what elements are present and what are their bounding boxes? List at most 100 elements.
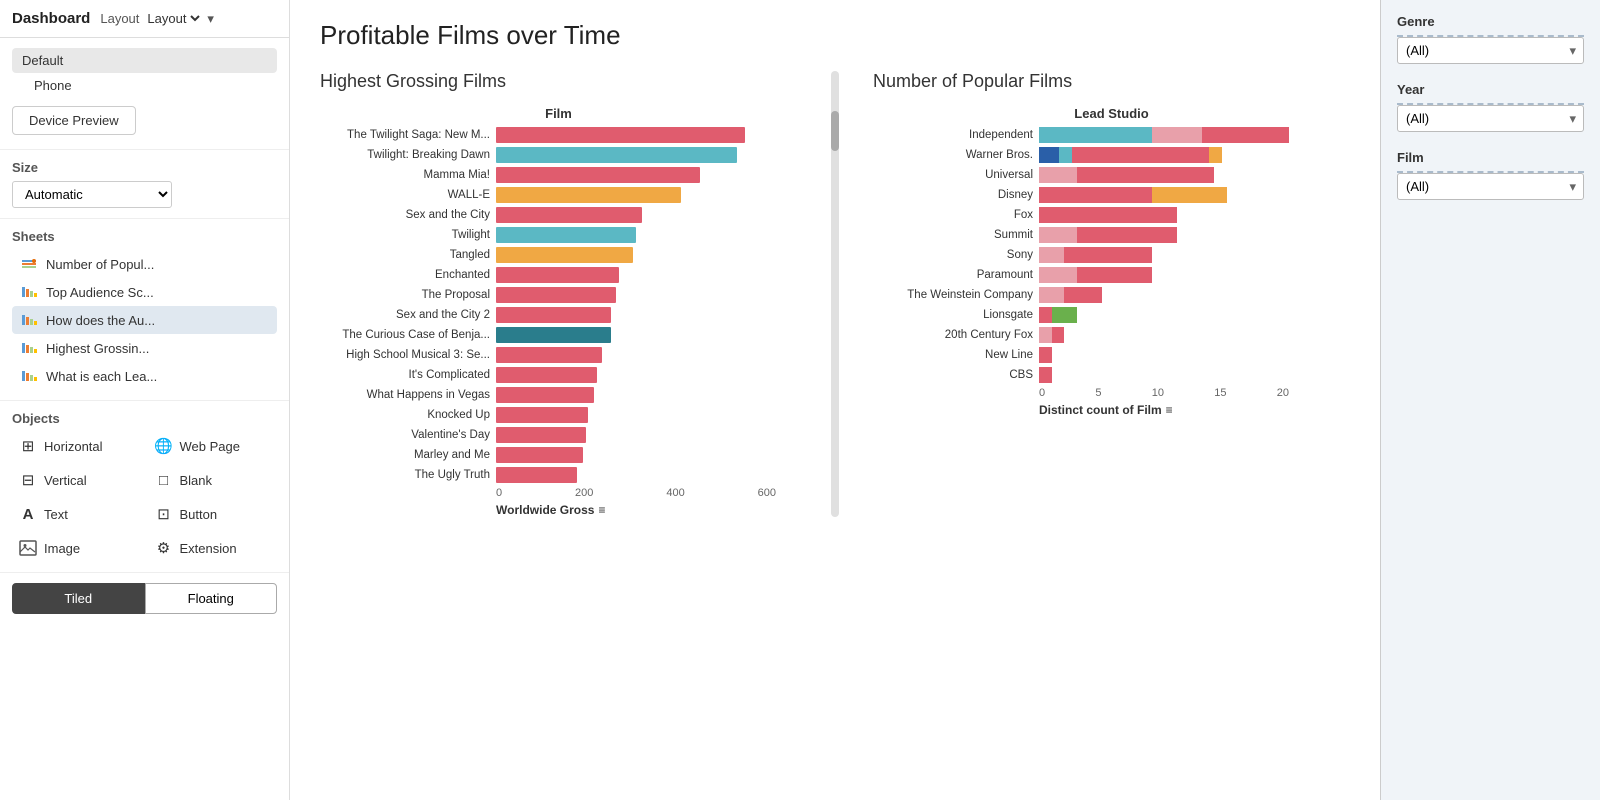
- chart1-film-label-4: Sex and the City: [320, 209, 490, 221]
- tiled-button[interactable]: Tiled: [12, 583, 145, 614]
- chart2-segment-2-0: [1039, 167, 1077, 183]
- chart1-film-label-17: The Ugly Truth: [320, 469, 490, 481]
- chart2-segment-6-1: [1064, 247, 1152, 263]
- chart1-bar-track-7: [496, 267, 776, 283]
- chart1-row-17: The Ugly Truth: [320, 467, 797, 483]
- obj-webpage[interactable]: 🌐 Web Page: [148, 432, 278, 460]
- film-select[interactable]: (All): [1397, 173, 1584, 200]
- sheet-item-2[interactable]: How does the Au...: [12, 306, 277, 334]
- chart1-bar-track-16: [496, 447, 776, 463]
- sheet-label-4: What is each Lea...: [46, 369, 157, 384]
- chart1-film-label-8: The Proposal: [320, 289, 490, 301]
- size-section: Size Automatic: [0, 150, 289, 219]
- sheet-item-0[interactable]: Number of Popul...: [12, 250, 277, 278]
- chart2-segment-9-0: [1039, 307, 1052, 323]
- layout-select[interactable]: Layout Layout ▾: [100, 10, 214, 27]
- chart1-film-label-15: Valentine's Day: [320, 429, 490, 441]
- obj-text[interactable]: A Text: [12, 500, 142, 528]
- sheets-heading: Sheets: [12, 229, 277, 244]
- chart2-column-header: Lead Studio: [873, 106, 1350, 121]
- bar-chart-2: Lead Studio Independent Warner Bros. Unive…: [873, 106, 1350, 417]
- chart2-segment-1-3: [1209, 147, 1222, 163]
- chart1-bar-track-1: [496, 147, 776, 163]
- layout-dropdown[interactable]: Layout: [143, 10, 203, 27]
- chart2-segment-1-0: [1039, 147, 1059, 163]
- chart2-row-0: Independent: [873, 127, 1350, 143]
- chart1-row-12: It's Complicated: [320, 367, 797, 383]
- obj-vertical[interactable]: ⊟ Vertical: [12, 466, 142, 494]
- chart2-xtick: 10: [1152, 387, 1164, 399]
- floating-button[interactable]: Floating: [145, 583, 278, 614]
- obj-button[interactable]: ⊡ Button: [148, 500, 278, 528]
- chart1-row-4: Sex and the City: [320, 207, 797, 223]
- chart2-bar-track-9: [1039, 307, 1289, 323]
- filter-icon-1: ≡: [598, 503, 605, 517]
- bar-chart-1: Film The Twilight Saga: New M...Twilight…: [320, 106, 797, 517]
- obj-blank[interactable]: □ Blank: [148, 466, 278, 494]
- obj-extension[interactable]: ⚙ Extension: [148, 534, 278, 562]
- chart1-bar-fill-14: [496, 407, 588, 423]
- obj-horizontal[interactable]: ⊞ Horizontal: [12, 432, 142, 460]
- sheet-item-3[interactable]: Highest Grossin...: [12, 334, 277, 362]
- charts-row: Highest Grossing Films Film The Twilight…: [320, 71, 1350, 517]
- chart1-bar-fill-12: [496, 367, 597, 383]
- chart1-row-15: Valentine's Day: [320, 427, 797, 443]
- chart2-segment-3-1: [1152, 187, 1227, 203]
- size-heading: Size: [12, 160, 38, 175]
- webpage-icon: 🌐: [154, 436, 174, 456]
- chart2-segment-10-0: [1039, 327, 1052, 343]
- chart2-row-1: Warner Bros.: [873, 147, 1350, 163]
- genre-select[interactable]: (All): [1397, 37, 1584, 64]
- chart2-studio-label-2: Universal: [873, 169, 1033, 181]
- obj-text-label: Text: [44, 507, 68, 522]
- chart2-bar-track-3: [1039, 187, 1289, 203]
- chart1-column-header: Film: [320, 106, 797, 121]
- chart2-segment-0-2: [1202, 127, 1290, 143]
- size-select[interactable]: Automatic: [12, 181, 172, 208]
- chart1-film-label-5: Twilight: [320, 229, 490, 241]
- chart1-bar-fill-8: [496, 287, 616, 303]
- chart1-film-label-11: High School Musical 3: Se...: [320, 349, 490, 361]
- chart1-xtick: 0: [496, 487, 502, 499]
- chart1-bar-track-9: [496, 307, 776, 323]
- year-select[interactable]: (All): [1397, 105, 1584, 132]
- sidebar-header: Dashboard Layout Layout ▾: [0, 0, 289, 38]
- chart1-bar-fill-7: [496, 267, 619, 283]
- chart2-segment-12-0: [1039, 367, 1052, 383]
- obj-image[interactable]: Image: [12, 534, 142, 562]
- chart2-studio-label-0: Independent: [873, 129, 1033, 141]
- layout-default[interactable]: Default: [12, 48, 277, 73]
- scroll-bar[interactable]: [831, 71, 839, 517]
- sidebar: Dashboard Layout Layout ▾ Default Phone …: [0, 0, 290, 800]
- layouts-section: Default Phone Device Preview: [0, 38, 289, 150]
- layout-label: Layout: [100, 11, 139, 26]
- chart2-studio-label-1: Warner Bros.: [873, 149, 1033, 161]
- chart2-bar-track-8: [1039, 287, 1289, 303]
- chart2-xtick: 5: [1095, 387, 1101, 399]
- sheet-icon-4: [20, 367, 38, 385]
- sheet-item-1[interactable]: Top Audience Sc...: [12, 278, 277, 306]
- chart2-studio-label-6: Sony: [873, 249, 1033, 261]
- chart1-row-14: Knocked Up: [320, 407, 797, 423]
- chart2-row-2: Universal: [873, 167, 1350, 183]
- sheet-icon-2: [20, 311, 38, 329]
- chart1-bar-fill-0: [496, 127, 745, 143]
- chart1-bars: The Twilight Saga: New M...Twilight: Bre…: [320, 127, 797, 483]
- sheet-item-4[interactable]: What is each Lea...: [12, 362, 277, 390]
- main-content: Profitable Films over Time Highest Gross…: [290, 0, 1380, 800]
- sheet-label-2: How does the Au...: [46, 313, 155, 328]
- chart1-bar-track-17: [496, 467, 776, 483]
- chart1-film-label-16: Marley and Me: [320, 449, 490, 461]
- chart-popular-films: Number of Popular Films Lead Studio Inde…: [873, 71, 1350, 517]
- sheets-list: Number of Popul... Top Audience Sc... Ho…: [12, 250, 277, 390]
- chart1-row-2: Mamma Mia!: [320, 167, 797, 183]
- filter-icon-2: ≡: [1166, 403, 1173, 417]
- chart2-row-12: CBS: [873, 367, 1350, 383]
- chart2-segment-8-1: [1064, 287, 1102, 303]
- chart2-segment-1-2: [1072, 147, 1210, 163]
- sheet-label-1: Top Audience Sc...: [46, 285, 154, 300]
- chart1-film-label-14: Knocked Up: [320, 409, 490, 421]
- chart2-bars: IndependentWarner Bros.UniversalDisneyFo…: [873, 127, 1350, 383]
- layout-phone[interactable]: Phone: [12, 73, 277, 98]
- device-preview-button[interactable]: Device Preview: [12, 106, 136, 135]
